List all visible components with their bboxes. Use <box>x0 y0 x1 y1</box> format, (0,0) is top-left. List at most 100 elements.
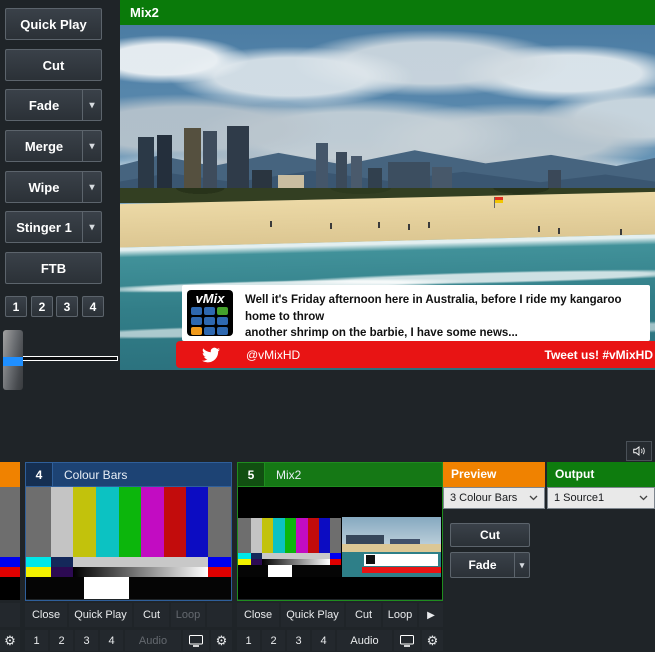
chevron-down-icon[interactable]: ▾ <box>514 553 529 577</box>
twitter-icon <box>202 346 220 364</box>
fader-stripe <box>3 357 23 366</box>
fade-button[interactable]: Fade ▾ <box>5 89 102 121</box>
ftb-button[interactable]: FTB <box>5 252 102 284</box>
mix2-title: Mix2 <box>130 5 159 20</box>
input4-overlay-3[interactable]: 3 <box>75 630 98 651</box>
fullscreen-monitor-icon[interactable] <box>394 630 420 651</box>
input5-overlay-1[interactable]: 1 <box>237 630 260 651</box>
gear-icon[interactable]: ⚙ <box>211 630 232 651</box>
chevron-down-icon <box>529 495 538 501</box>
chevron-down-icon[interactable]: ▾ <box>82 212 101 242</box>
input4-title: Colour Bars <box>53 468 127 482</box>
partial-input3-header[interactable] <box>0 462 20 487</box>
input4-number: 4 <box>26 463 53 486</box>
tweet-bar: @vMixHD Tweet us! #vMixHD <box>176 341 655 368</box>
twitter-handle: @vMixHD <box>246 348 300 362</box>
preview-source-dropdown[interactable]: 3 Colour Bars <box>443 487 545 509</box>
input5-panel: 5 Mix2 <box>237 462 443 601</box>
input5-title: Mix2 <box>265 468 301 482</box>
input4-loop-button[interactable]: Loop <box>171 603 205 627</box>
fullscreen-monitor-icon[interactable] <box>183 630 209 651</box>
input5-overlay-3[interactable]: 3 <box>287 630 310 651</box>
overlay-button-2[interactable]: 2 <box>31 296 53 317</box>
overlay-button-1[interactable]: 1 <box>5 296 27 317</box>
vmix-logo-grid <box>191 307 228 335</box>
input4-extra-cell[interactable] <box>207 603 232 627</box>
transition-fader-handle[interactable] <box>3 330 23 390</box>
transition-fader-track[interactable] <box>22 356 118 361</box>
person <box>408 224 410 230</box>
tweet-text: Well it's Friday afternoon here in Austr… <box>233 285 650 341</box>
beach-flag <box>495 197 503 203</box>
input4-overlay-1[interactable]: 1 <box>25 630 48 651</box>
mix-fade-button[interactable]: Fade ▾ <box>450 552 530 578</box>
tweet-line1: Well it's Friday afternoon here in Austr… <box>245 292 646 325</box>
input5-overlay-2[interactable]: 2 <box>262 630 285 651</box>
chevron-down-icon[interactable]: ▾ <box>82 90 101 120</box>
input5-overlay-4[interactable]: 4 <box>312 630 335 651</box>
quick-play-button[interactable]: Quick Play <box>5 8 102 40</box>
input5-loop-button[interactable]: Loop <box>383 603 417 627</box>
vmix-app: Quick Play Cut Fade ▾ Merge ▾ Wipe ▾ Sti… <box>0 0 655 652</box>
input4-close-button[interactable]: Close <box>25 603 67 627</box>
input5-cut-button[interactable]: Cut <box>346 603 381 627</box>
building <box>157 135 172 195</box>
output-source-dropdown[interactable]: 1 Source1 <box>547 487 655 509</box>
tweet-panel: vMix Well it's Friday afternoon here in … <box>182 285 650 341</box>
input4-header[interactable]: 4 Colour Bars <box>26 463 231 487</box>
mix-cut-button[interactable]: Cut <box>450 523 530 547</box>
building <box>227 126 249 195</box>
mix2-titlebar: Mix2 <box>120 0 655 25</box>
person <box>538 226 540 232</box>
wipe-button[interactable]: Wipe ▾ <box>5 171 102 203</box>
input5-header[interactable]: 5 Mix2 <box>238 463 442 487</box>
vmix-wordmark: vMix <box>187 291 233 306</box>
partial-input3-control[interactable] <box>0 603 20 627</box>
chevron-down-icon[interactable]: ▾ <box>82 131 101 161</box>
input5-number: 5 <box>238 463 265 486</box>
input4-audio-button[interactable]: Audio <box>125 630 181 651</box>
input4-overlay-4[interactable]: 4 <box>100 630 123 651</box>
input5-audio-button[interactable]: Audio <box>337 630 392 651</box>
person <box>620 229 622 235</box>
person <box>330 223 332 229</box>
person <box>378 222 380 228</box>
master-audio-button[interactable] <box>626 441 652 461</box>
chevron-down-icon[interactable]: ▾ <box>82 172 101 202</box>
input5-controls-row2: 1 2 3 4 Audio ⚙ <box>237 630 443 651</box>
chevron-down-icon <box>639 495 648 501</box>
input4-quickplay-button[interactable]: Quick Play <box>69 603 132 627</box>
person <box>428 222 430 228</box>
input4-cut-button[interactable]: Cut <box>134 603 169 627</box>
mix-output-mini <box>342 517 441 577</box>
mix2-monitor: Mix2 <box>120 0 655 370</box>
person <box>558 228 560 234</box>
overlay-button-4[interactable]: 4 <box>82 296 104 317</box>
input4-thumbnail[interactable] <box>26 487 231 599</box>
overlay-button-3[interactable]: 3 <box>56 296 78 317</box>
input5-close-button[interactable]: Close <box>237 603 279 627</box>
building <box>184 128 201 195</box>
mix2-video: vMix Well it's Friday afternoon here in … <box>120 25 655 370</box>
input5-thumbnail[interactable] <box>238 487 442 599</box>
building <box>203 131 217 195</box>
input4-panel: 4 Colour Bars <box>25 462 232 601</box>
partial-input3-thumbnail[interactable] <box>0 487 20 600</box>
stinger-button[interactable]: Stinger 1 ▾ <box>5 211 102 243</box>
input4-overlay-2[interactable]: 2 <box>50 630 73 651</box>
cut-button[interactable]: Cut <box>5 49 102 81</box>
input4-controls-row1: Close Quick Play Cut Loop <box>25 603 232 627</box>
tweet-line2: another shrimp on the barbie, I have som… <box>245 325 646 342</box>
play-icon[interactable]: ▶ <box>419 603 443 627</box>
input4-controls-row2: 1 2 3 4 Audio ⚙ <box>25 630 232 651</box>
vmix-logo: vMix <box>187 290 233 336</box>
preview-bus-header: Preview <box>443 462 545 487</box>
input5-controls-row1: Close Quick Play Cut Loop ▶ <box>237 603 443 627</box>
mix-preview-mini <box>238 518 341 577</box>
building <box>138 137 154 195</box>
merge-button[interactable]: Merge ▾ <box>5 130 102 162</box>
speaker-icon <box>631 444 647 458</box>
input5-quickplay-button[interactable]: Quick Play <box>281 603 344 627</box>
gear-icon[interactable]: ⚙ <box>422 630 443 651</box>
gear-icon[interactable]: ⚙ <box>0 630 20 651</box>
